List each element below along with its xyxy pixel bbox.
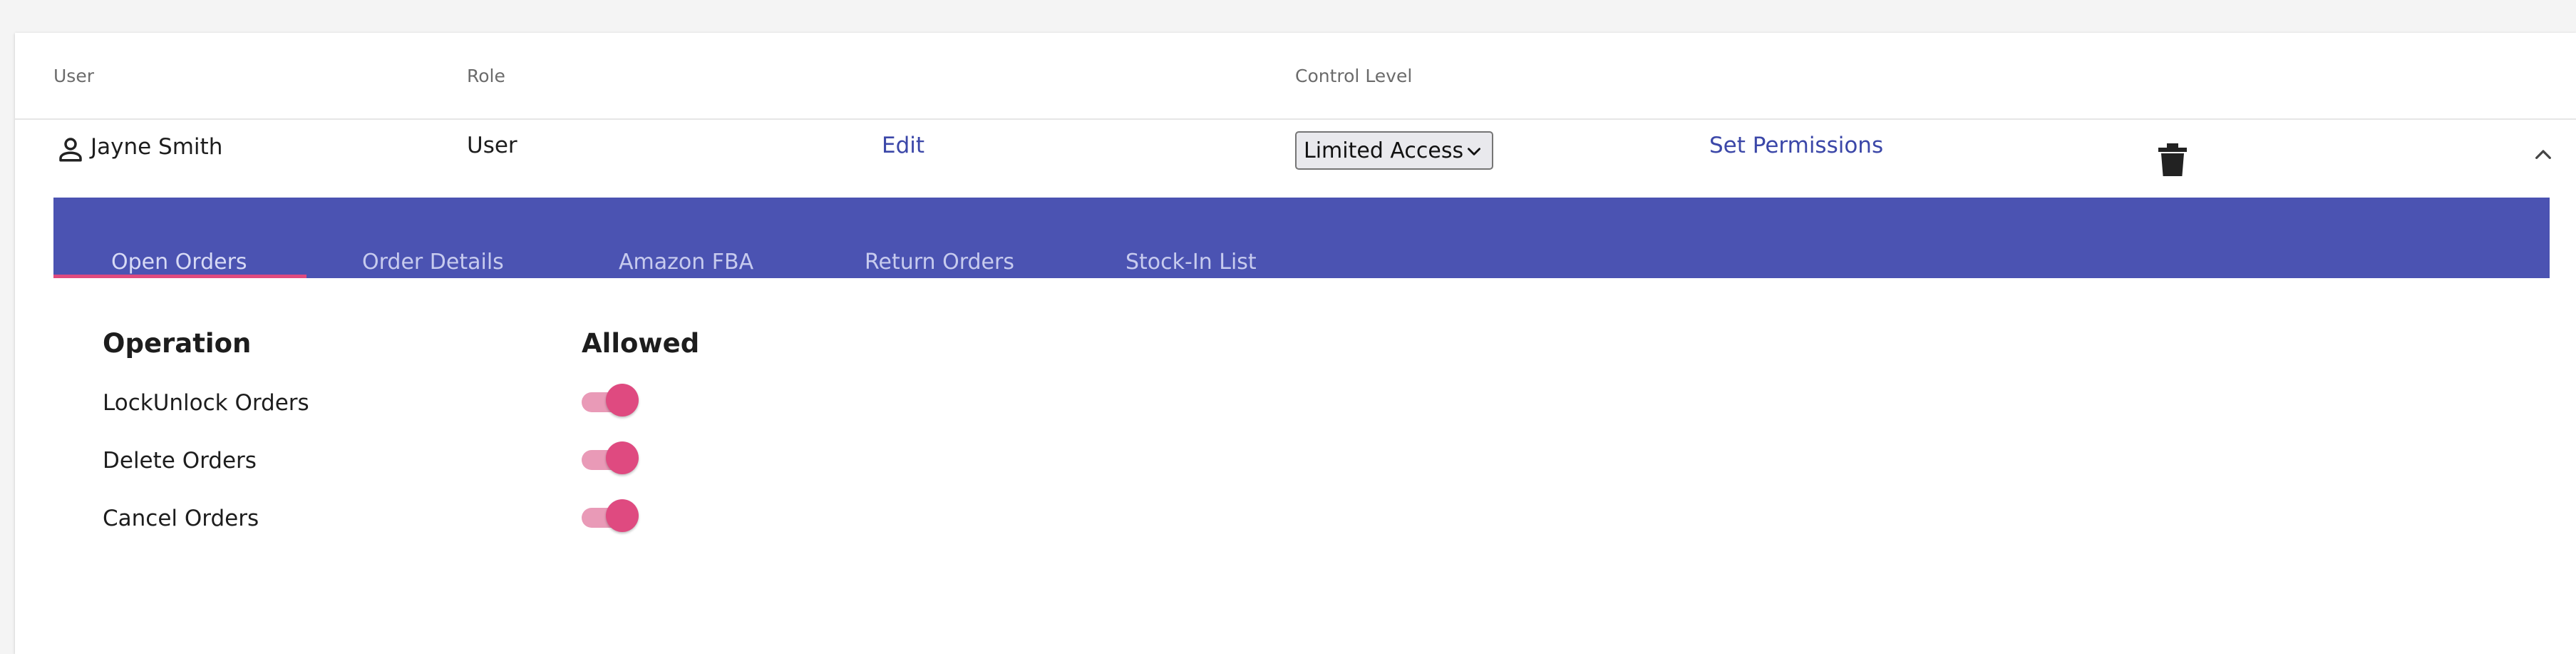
control-level-value: Limited Access: [1304, 138, 1464, 163]
trash-icon[interactable]: [2158, 143, 2187, 179]
lockunlock-orders-toggle[interactable]: [582, 384, 640, 418]
chevron-up-icon[interactable]: [2532, 143, 2555, 168]
set-permissions-link[interactable]: Set Permissions: [1709, 133, 1883, 158]
person-icon: [56, 134, 86, 167]
user-permissions-card: [15, 33, 2576, 654]
header-role: Role: [467, 66, 505, 86]
tab-open-orders[interactable]: Open Orders: [111, 250, 247, 275]
operation-lockunlock-orders: LockUnlock Orders: [103, 390, 309, 416]
header-control-level: Control Level: [1295, 66, 1413, 86]
tab-amazon-fba[interactable]: Amazon FBA: [619, 250, 753, 275]
operation-cancel-orders: Cancel Orders: [103, 506, 259, 531]
tab-order-details[interactable]: Order Details: [362, 250, 504, 275]
header-user: User: [53, 66, 94, 86]
toggle-thumb: [606, 499, 639, 532]
tab-stock-in-list[interactable]: Stock-In List: [1125, 250, 1257, 275]
header-divider: [15, 118, 2576, 120]
tab-return-orders[interactable]: Return Orders: [865, 250, 1014, 275]
operation-header: Operation: [103, 328, 252, 359]
user-name: Jayne Smith: [91, 134, 223, 160]
allowed-header: Allowed: [582, 328, 700, 359]
user-role: User: [467, 133, 517, 158]
delete-orders-toggle[interactable]: [582, 441, 640, 476]
active-tab-indicator: [53, 275, 306, 278]
permission-tabs: Open Orders Order Details Amazon FBA Ret…: [53, 198, 2550, 278]
edit-link[interactable]: Edit: [882, 133, 924, 158]
chevron-down-icon: [1465, 141, 1483, 166]
operation-delete-orders: Delete Orders: [103, 448, 257, 474]
toggle-thumb: [606, 384, 639, 417]
cancel-orders-toggle[interactable]: [582, 499, 640, 533]
toggle-thumb: [606, 441, 639, 474]
control-level-select[interactable]: Limited Access: [1295, 131, 1493, 170]
